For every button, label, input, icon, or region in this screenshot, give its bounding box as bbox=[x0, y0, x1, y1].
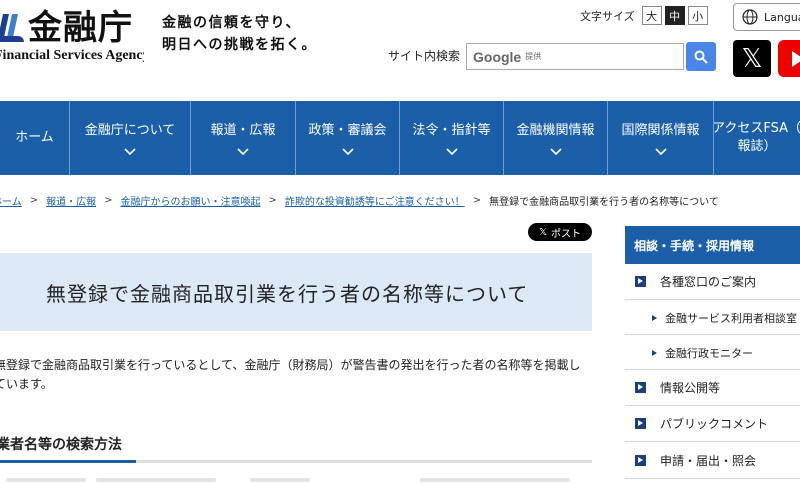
sidebar-subitem-monitor[interactable]: 金融行政モニター bbox=[625, 336, 800, 370]
globe-icon bbox=[742, 9, 758, 25]
nav-label: 金融庁について bbox=[84, 122, 176, 138]
language-label: Language bbox=[764, 10, 800, 24]
google-provided-label: 提供 bbox=[525, 52, 542, 61]
nav-label: 金融機関情報 bbox=[516, 122, 595, 138]
youtube-button[interactable] bbox=[778, 40, 800, 77]
nav-access-fsa[interactable]: アクセスFSA（広 報誌） bbox=[714, 101, 800, 175]
sidebar-item-disclosure[interactable]: 情報公開等 bbox=[625, 370, 800, 406]
nav-label: 政策・審議会 bbox=[308, 122, 387, 138]
sidebar-item-label: 申請・届出・照会 bbox=[660, 454, 757, 468]
sidebar-item-contacts[interactable]: 各種窓口のご案内 bbox=[625, 264, 800, 300]
triangle-bullet-icon bbox=[652, 314, 657, 321]
nav-label: 法令・指針等 bbox=[412, 122, 491, 138]
sidebar-item-label: 各種窓口のご案内 bbox=[660, 275, 757, 289]
font-size-medium-button[interactable]: 中 bbox=[664, 6, 685, 25]
logo-mark-icon bbox=[0, 10, 24, 44]
chevron-down-icon bbox=[237, 147, 249, 155]
nav-institutions[interactable]: 金融機関情報 bbox=[504, 101, 608, 175]
intro-text: 無登録で金融商品取引業を行っているとして、金融庁（財務局）が警告書の発出を行った… bbox=[0, 358, 581, 391]
page-title-box: 無登録で金融商品取引業を行う者の名称等について bbox=[0, 253, 592, 331]
breadcrumb-current: 無登録で金融商品取引業を行う者の名称等について bbox=[489, 197, 719, 208]
nav-label: ホーム bbox=[15, 130, 54, 145]
breadcrumb: ホーム > 報道・広報 > 金融庁からのお願い・注意喚起 > 詐欺的な投資勧誘等… bbox=[0, 193, 719, 208]
nav-home[interactable]: ホーム bbox=[0, 101, 70, 175]
sidebar-item-label: パブリックコメント bbox=[660, 417, 769, 431]
font-size-selector: 文字サイズ 大 中 小 bbox=[580, 6, 708, 25]
x-logo-icon: 𝕏 bbox=[538, 226, 548, 238]
breadcrumb-home-link[interactable]: ホーム bbox=[0, 193, 22, 208]
x-logo-icon: 𝕏 bbox=[741, 43, 763, 74]
chevron-down-icon bbox=[341, 147, 354, 155]
nav-label: 報道・広報 bbox=[210, 122, 276, 138]
arrow-bullet-icon bbox=[635, 382, 646, 393]
arrow-bullet-icon bbox=[635, 418, 646, 429]
breadcrumb-separator: > bbox=[268, 195, 277, 206]
chevron-down-icon bbox=[445, 147, 458, 155]
breadcrumb-separator: > bbox=[104, 195, 113, 206]
font-size-label: 文字サイズ bbox=[580, 9, 635, 23]
sidebar-subitem-label: 金融サービス利用者相談室 bbox=[665, 311, 797, 325]
x-post-button[interactable]: 𝕏 ポスト bbox=[528, 223, 592, 241]
nav-label: アクセスFSA（広 bbox=[714, 121, 800, 136]
post-label: ポスト bbox=[551, 228, 582, 240]
nav-international[interactable]: 国際関係情報 bbox=[608, 101, 714, 175]
arrow-bullet-icon bbox=[635, 276, 646, 287]
nav-policy[interactable]: 政策・審議会 bbox=[296, 101, 400, 175]
section-heading: 業者名等の検索方法 bbox=[0, 437, 122, 453]
chevron-down-icon bbox=[654, 147, 667, 155]
sidebar-heading: 相談・手続・採用情報 bbox=[625, 226, 800, 264]
sidebar-item-public-comment[interactable]: パブリックコメント bbox=[625, 406, 800, 442]
global-nav: ホーム 金融庁について 報道・広報 政策・審議会 法令・指針等 金融機関情報 国… bbox=[0, 101, 800, 175]
nav-press[interactable]: 報道・広報 bbox=[191, 101, 296, 175]
font-size-small-button[interactable]: 小 bbox=[687, 6, 708, 25]
breadcrumb-requests-link[interactable]: 金融庁からのお願い・注意喚起 bbox=[120, 193, 260, 208]
chevron-down-icon bbox=[549, 147, 562, 155]
sidebar-item-label: 情報公開等 bbox=[660, 381, 721, 395]
section-divider bbox=[0, 460, 592, 463]
chevron-down-icon bbox=[124, 147, 136, 155]
tagline-line-2: 明日への挑戦を拓く。 bbox=[162, 37, 317, 53]
site-logo[interactable]: 金融庁 Financial Services Agency bbox=[0, 8, 144, 64]
search-label: サイト内検索 bbox=[388, 49, 461, 63]
google-logo: Google bbox=[473, 48, 522, 65]
sidebar-subitem-label: 金融行政モニター bbox=[665, 346, 753, 360]
logo-english: Financial Services Agency bbox=[0, 48, 144, 63]
page-title: 無登録で金融商品取引業を行う者の名称等について bbox=[46, 281, 529, 306]
cut-off-text-row bbox=[0, 476, 592, 484]
nav-about[interactable]: 金融庁について bbox=[70, 101, 191, 175]
font-size-large-button[interactable]: 大 bbox=[641, 6, 662, 25]
sidebar-subitem-consumer-desk[interactable]: 金融サービス利用者相談室 bbox=[625, 301, 800, 335]
logo-title: 金融庁 bbox=[28, 8, 133, 48]
breadcrumb-separator: > bbox=[29, 195, 39, 206]
language-button[interactable]: Language bbox=[733, 3, 800, 31]
tagline-line-1: 金融の信頼を守り、 bbox=[162, 15, 301, 31]
sidebar-item-applications[interactable]: 申請・届出・照会 bbox=[625, 443, 800, 479]
triangle-bullet-icon bbox=[652, 349, 657, 356]
nav-label: 国際関係情報 bbox=[621, 122, 700, 138]
x-social-button[interactable]: 𝕏 bbox=[733, 40, 771, 77]
tagline: 金融の信頼を守り、 明日への挑戦を拓く。 bbox=[162, 12, 317, 56]
search-button[interactable] bbox=[686, 42, 716, 71]
arrow-bullet-icon bbox=[635, 455, 646, 466]
breadcrumb-fraud-link[interactable]: 詐欺的な投資勧誘等にご注意ください！ bbox=[285, 193, 465, 208]
search-input[interactable]: Google 提供 bbox=[466, 43, 684, 70]
breadcrumb-press-link[interactable]: 報道・広報 bbox=[46, 193, 96, 208]
nav-label-2: 報誌） bbox=[737, 139, 777, 154]
nav-laws[interactable]: 法令・指針等 bbox=[400, 101, 504, 175]
breadcrumb-separator: > bbox=[472, 195, 482, 206]
search-icon bbox=[694, 50, 708, 64]
